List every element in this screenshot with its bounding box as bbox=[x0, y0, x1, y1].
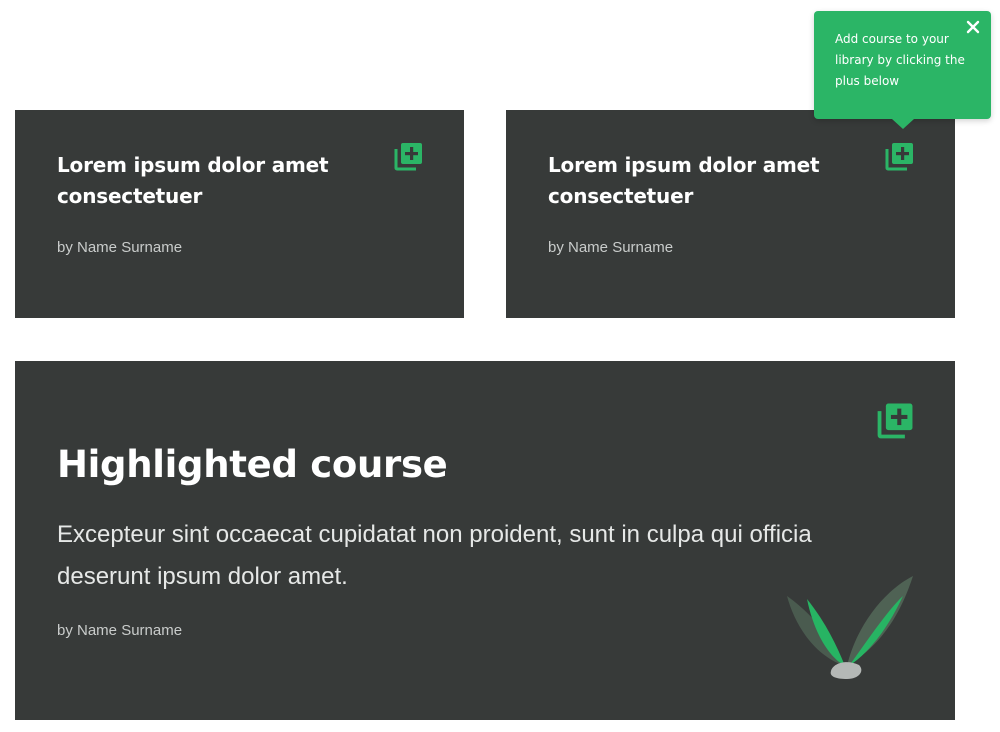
course-author: by Name Surname bbox=[57, 239, 183, 256]
plant-leaves-icon bbox=[787, 576, 913, 679]
course-title: Lorem ipsum dolor amet consectetuer bbox=[548, 153, 820, 208]
highlighted-course-title: Highlighted course bbox=[57, 443, 448, 486]
highlighted-course-card[interactable]: Highlighted course Excepteur sint occaec… bbox=[15, 361, 955, 720]
close-icon[interactable] bbox=[965, 19, 981, 35]
add-to-library-icon[interactable] bbox=[877, 401, 915, 439]
add-course-tooltip: Add course to your library by clicking t… bbox=[814, 11, 991, 129]
course-card[interactable]: Lorem ipsum dolor amet consectetuer by N… bbox=[15, 110, 464, 318]
add-to-library-icon[interactable] bbox=[394, 141, 424, 171]
highlighted-course-description: Excepteur sint occaecat cupidatat non pr… bbox=[57, 521, 812, 590]
course-title: Lorem ipsum dolor amet consectetuer bbox=[57, 153, 329, 208]
course-author: by Name Surname bbox=[548, 239, 674, 256]
tooltip-text: Add course to your library by clicking t… bbox=[835, 32, 965, 88]
course-card[interactable]: Lorem ipsum dolor amet consectetuer by N… bbox=[506, 110, 955, 318]
add-to-library-icon[interactable] bbox=[885, 141, 915, 171]
tooltip-arrow bbox=[892, 119, 914, 129]
highlighted-course-author: by Name Surname bbox=[57, 622, 183, 639]
